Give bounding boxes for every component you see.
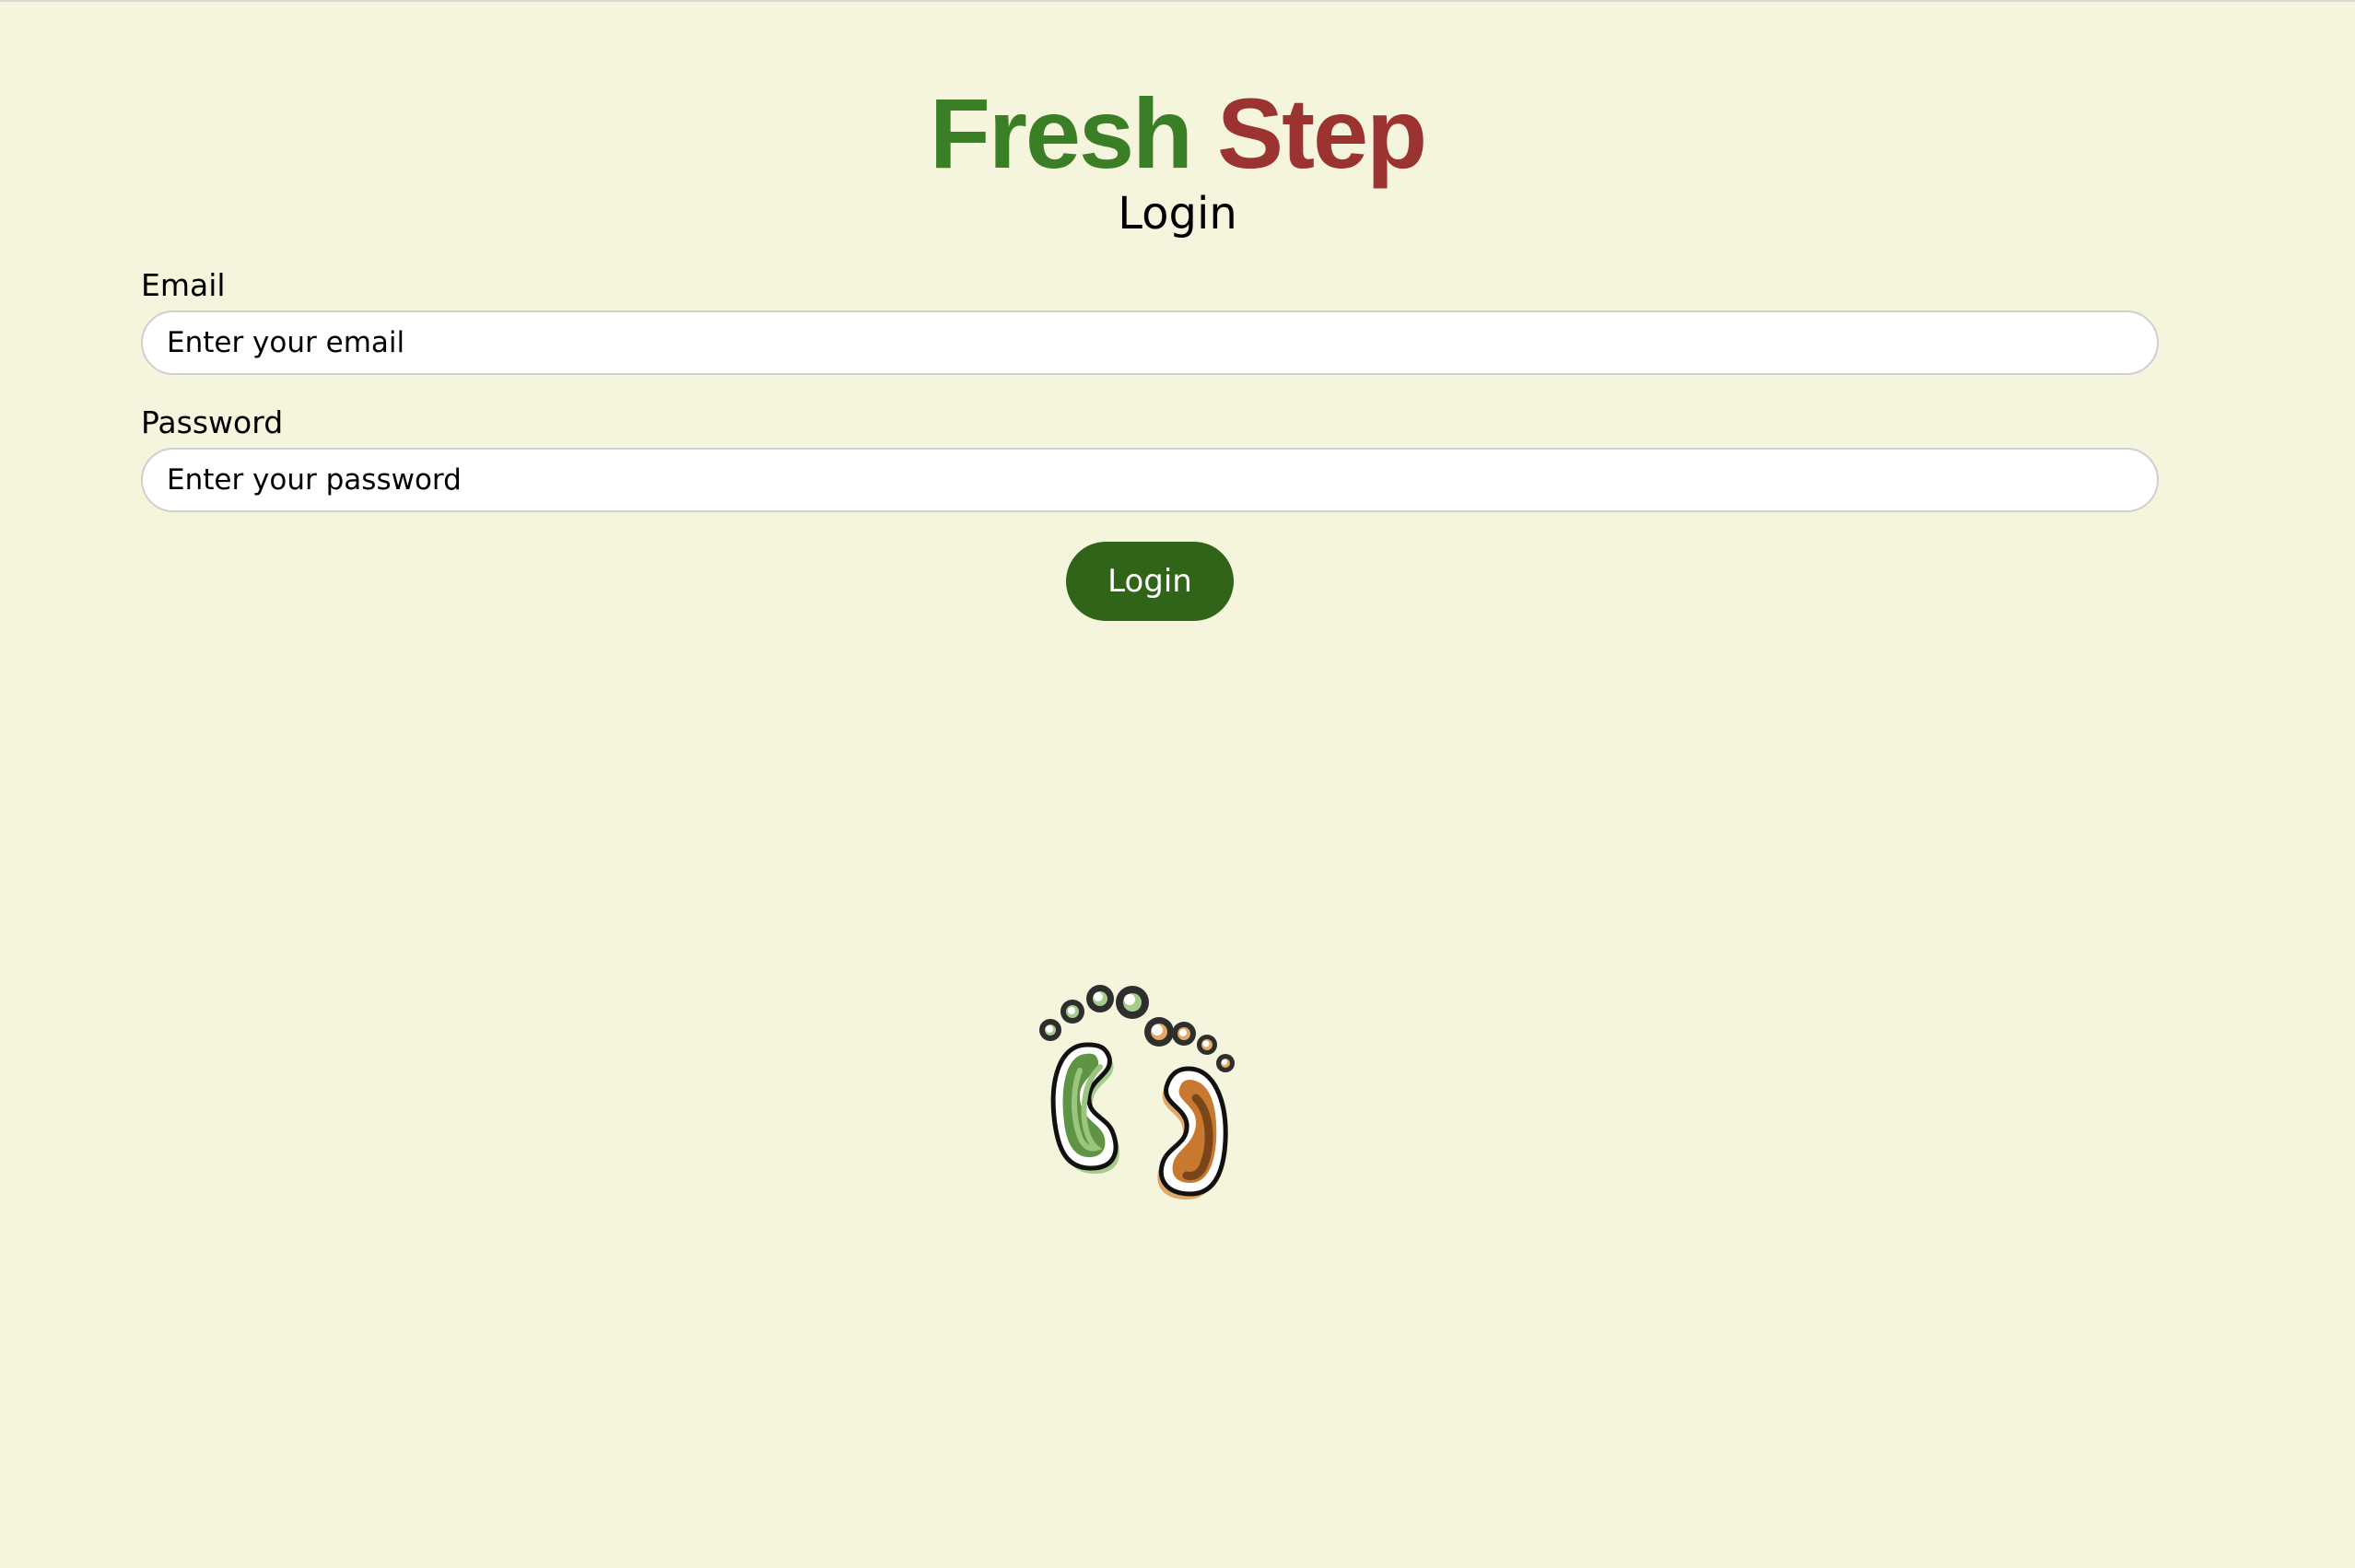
password-field-container — [141, 448, 2159, 512]
footprints-logo — [1032, 978, 1271, 1218]
brand-word-step: Step — [1217, 77, 1427, 189]
top-divider — [0, 0, 2355, 2]
header: Fresh Step Login — [0, 74, 2355, 241]
email-input[interactable] — [143, 312, 2157, 373]
page-title: Login — [1118, 188, 1237, 240]
brand-word-fresh: Fresh — [929, 77, 1193, 189]
email-field-container — [141, 310, 2159, 375]
left-footprint — [1039, 985, 1149, 1175]
right-footprint — [1144, 1017, 1235, 1199]
login-form: Email Password — [141, 265, 2159, 512]
email-label: Email — [141, 267, 226, 303]
login-button[interactable]: Login — [1066, 542, 1234, 621]
footprints-icon — [1039, 985, 1235, 1199]
password-label: Password — [141, 404, 284, 440]
brand-title: Fresh Step — [0, 74, 2355, 193]
password-input[interactable] — [143, 450, 2157, 510]
